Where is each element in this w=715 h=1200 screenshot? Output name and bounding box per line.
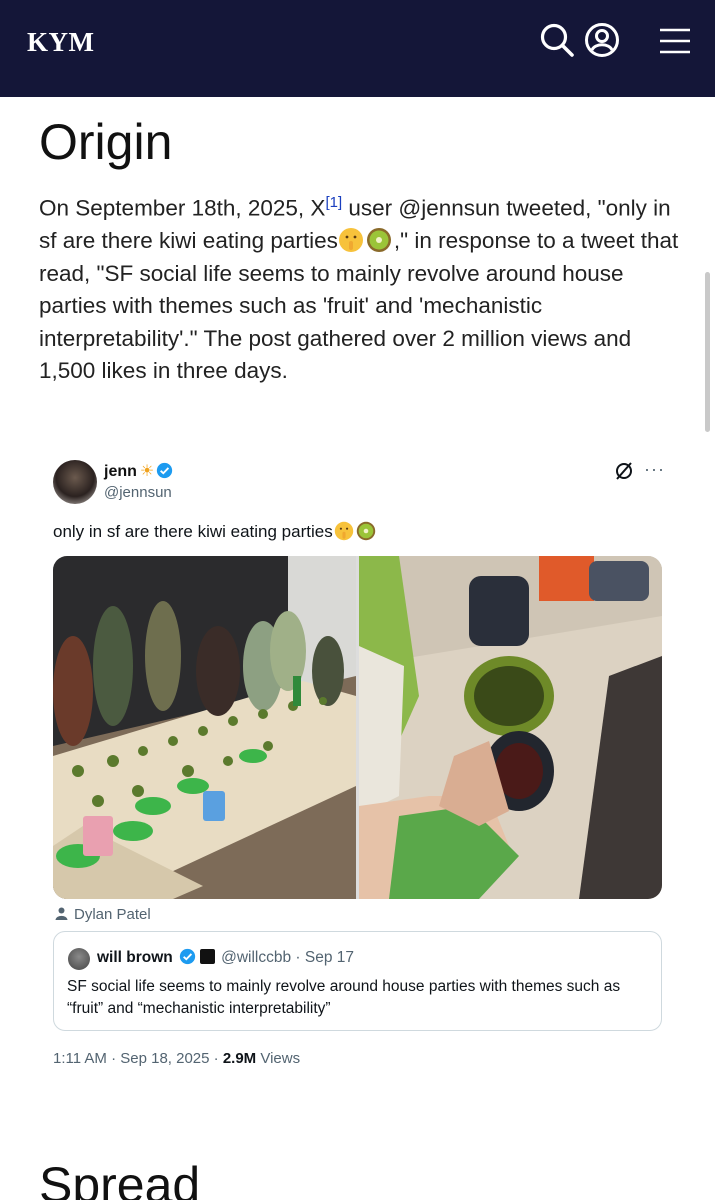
grok-icon [616,462,632,480]
quoted-author-name: will brown [97,949,173,966]
photo-credit-name: Dylan Patel [74,906,151,923]
spread-heading: Spread [39,1157,201,1200]
party-photo-image [53,556,356,899]
photo-credit: Dylan Patel [55,906,151,923]
kiwi-emoji-icon [366,228,391,252]
tweet-author-handle: @jennsun [104,484,172,501]
tweet-text-body: only in sf are there kiwi eating parties [53,522,333,541]
top-navigation-bar: KYM [0,0,715,97]
kiwi-hand-photo-image [359,556,662,899]
verified-badge-icon [157,462,173,479]
shushing-face-emoji-icon [338,228,363,252]
tweet-views-count: 2.9M [222,1050,257,1067]
search-icon[interactable] [539,22,575,58]
reference-link-1[interactable]: [1] [325,194,342,211]
hamburger-menu-icon[interactable] [657,22,693,58]
quoted-tweet: will brown @willccbb · Sep 17 SF social … [53,931,662,1031]
paragraph-text-1: On September 18th, 2025, X [39,195,326,221]
more-options-icon: ··· [644,459,665,479]
scrollbar-thumb[interactable] [705,272,710,432]
affiliation-badge-icon [200,949,216,964]
tweet-timestamp: 1:11 AM · Sep 18, 2025 · [53,1050,223,1067]
sun-emoji-icon: ☀ [139,463,155,480]
embedded-tweet: jenn ☀ @jennsun ··· only in sf are there … [53,455,665,1075]
user-account-icon[interactable] [584,22,620,58]
author-name-text: jenn [104,463,137,480]
verified-badge-icon [179,948,196,965]
quoted-tweet-avatar [68,948,90,970]
quoted-author-handle: @willccbb [221,949,292,966]
tweet-avatar [53,460,97,504]
person-icon [55,907,68,920]
tweet-views-label: Views [256,1050,301,1067]
site-logo[interactable]: KYM [27,27,94,58]
quoted-tweet-text: SF social life seems to mainly revolve a… [67,978,621,1017]
tweet-metadata: 1:11 AM · Sep 18, 2025 · 2.9M Views [53,1050,300,1067]
quoted-tweet-header: will brown @willccbb · Sep 17 [97,948,354,967]
shushing-face-emoji-icon [334,521,353,541]
origin-heading: Origin [39,114,173,170]
origin-paragraph: On September 18th, 2025, X[1] user @jenn… [39,185,689,388]
tweet-photos [53,556,662,899]
tweet-text: only in sf are there kiwi eating parties [53,521,378,542]
tweet-author-name: jenn ☀ [104,461,173,481]
quoted-tweet-date: · Sep 17 [295,949,355,966]
kiwi-emoji-icon [356,521,375,541]
